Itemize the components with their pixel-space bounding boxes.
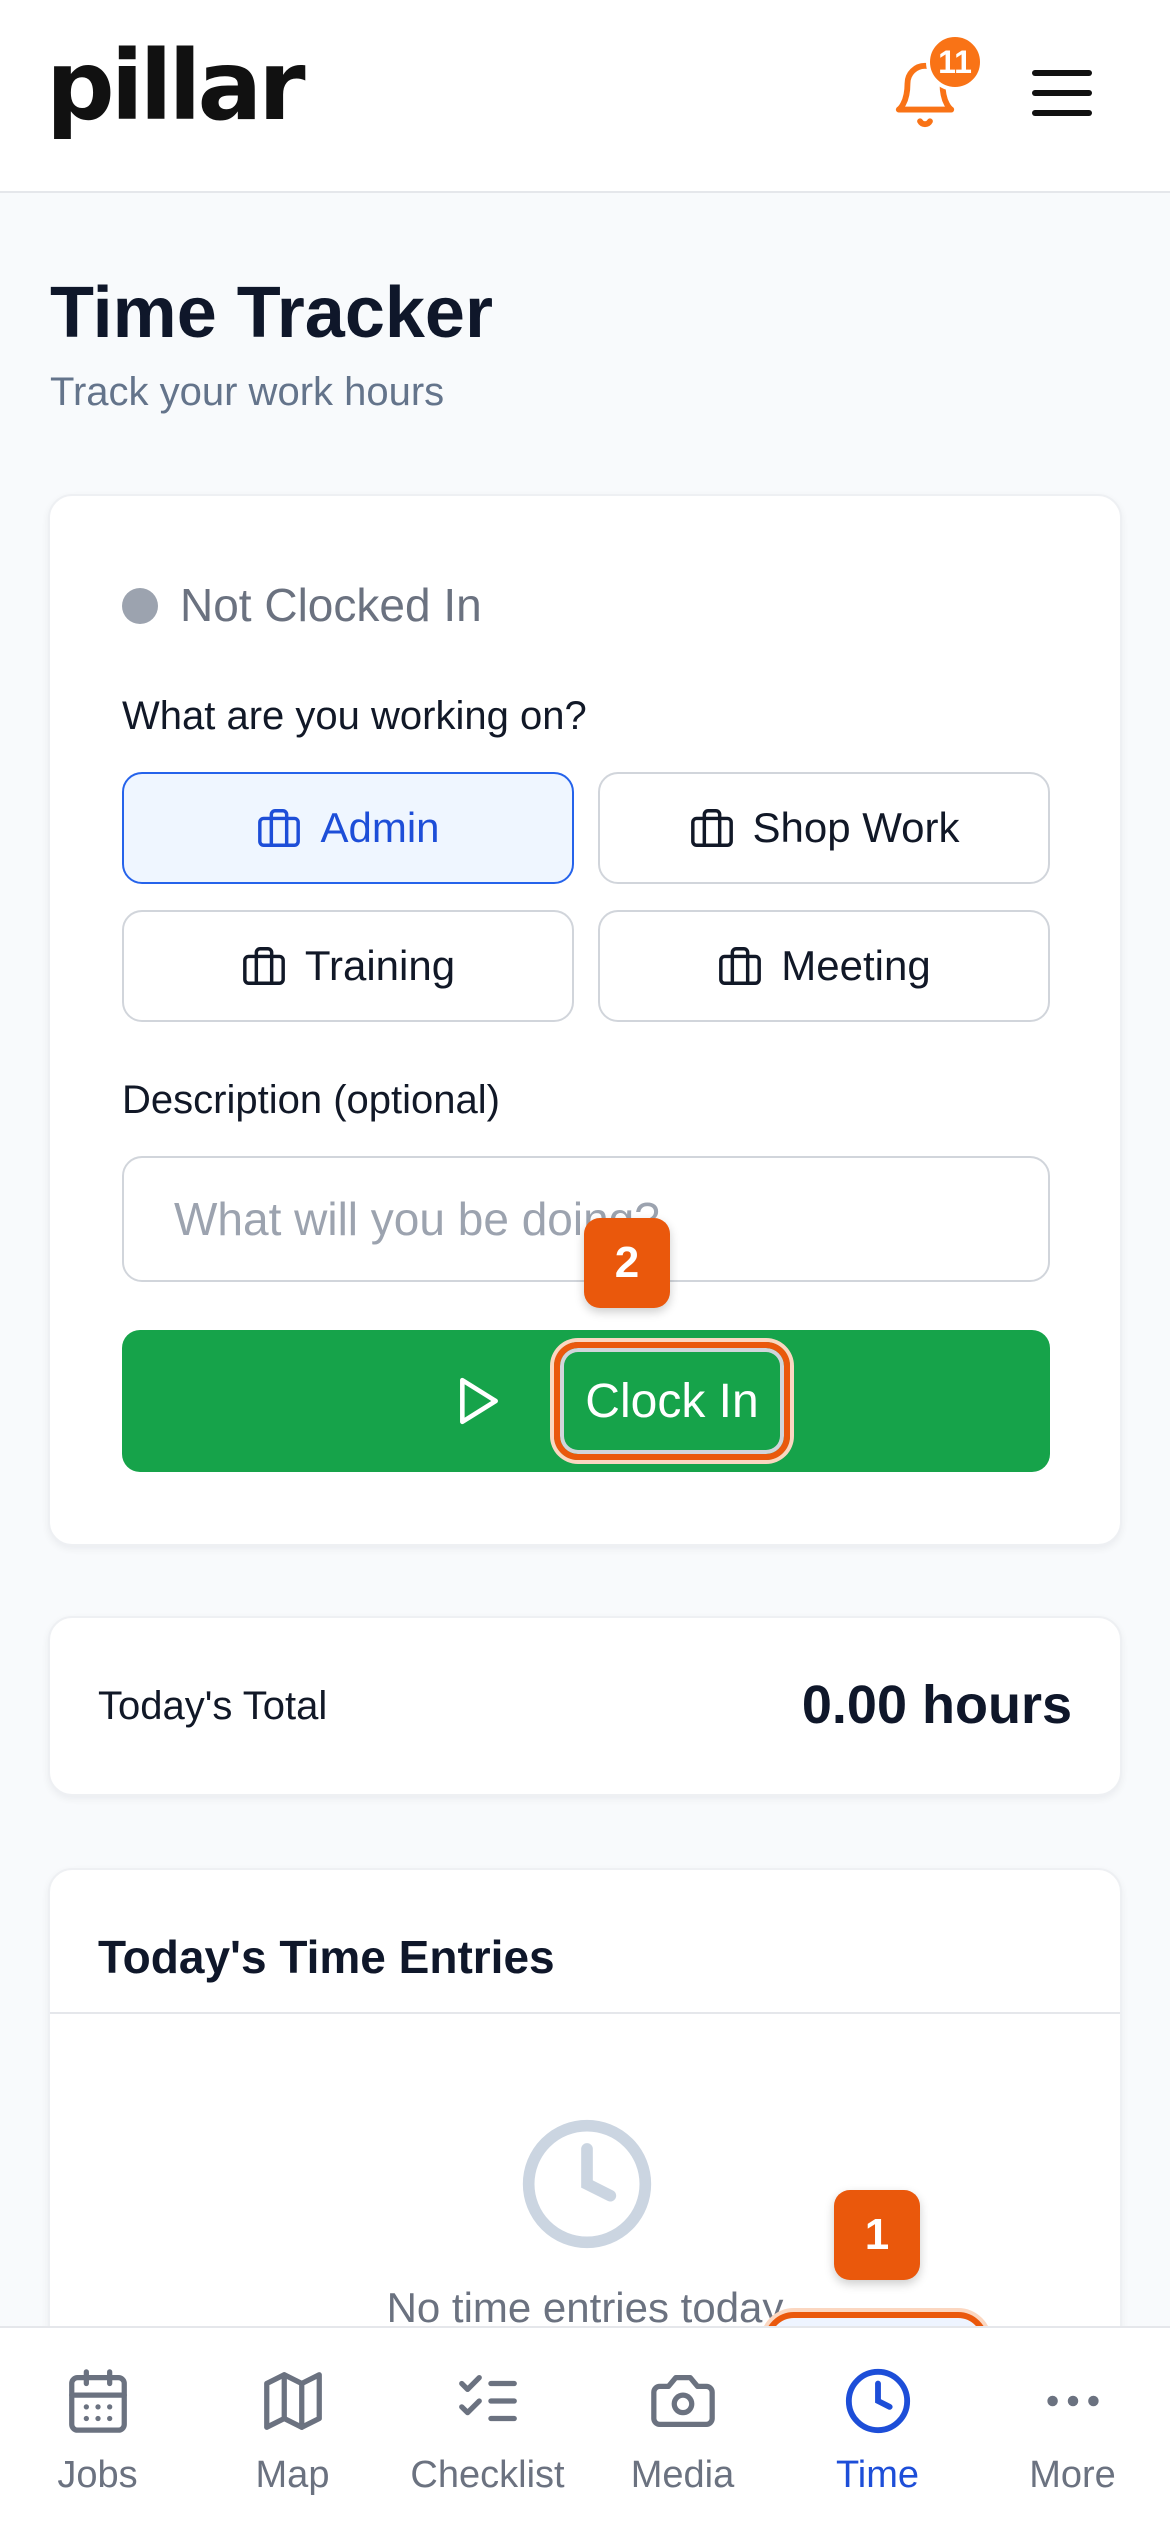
menu-line: [1032, 90, 1092, 96]
map-icon: [263, 2372, 322, 2430]
category-label: Admin: [320, 804, 440, 851]
page-title: Time Tracker: [50, 273, 493, 353]
hamburger-menu-button[interactable]: [1032, 70, 1092, 120]
category-label: Meeting: [781, 942, 931, 989]
nav-more[interactable]: More: [975, 2328, 1170, 2532]
page-subtitle: Track your work hours: [50, 370, 445, 414]
nav-label: Jobs: [57, 2454, 138, 2496]
play-icon: [460, 1377, 498, 1425]
checklist-icon: [458, 2375, 517, 2422]
pillar-logo[interactable]: pillar: [46, 38, 306, 134]
status-indicator-dot: [122, 588, 158, 624]
work-category-label: What are you working on?: [122, 694, 587, 738]
category-meeting-button[interactable]: Meeting: [598, 910, 1050, 1022]
camera-icon: [650, 2375, 715, 2427]
briefcase-icon: [690, 809, 733, 847]
nav-label: Checklist: [410, 2454, 565, 2496]
todays-total-card: Today's Total 0.00 hours: [48, 1616, 1122, 1796]
time-entries-title: Today's Time Entries: [98, 1931, 555, 1983]
category-shop-work-button[interactable]: Shop Work: [598, 772, 1050, 884]
category-label: Shop Work: [752, 804, 960, 851]
nav-map[interactable]: Map: [195, 2328, 390, 2532]
todays-total-label: Today's Total: [98, 1684, 328, 1728]
nav-label: More: [1029, 2454, 1116, 2496]
nav-label: Media: [630, 2454, 735, 2496]
divider: [50, 2012, 1120, 2014]
clock-in-button[interactable]: Clock In: [122, 1330, 1050, 1472]
clock-icon: [845, 2368, 910, 2434]
briefcase-icon: [243, 947, 285, 985]
nav-jobs[interactable]: Jobs: [0, 2328, 195, 2532]
briefcase-icon: [258, 809, 301, 847]
step-1-annotation: 1: [834, 2190, 920, 2280]
clock-status-text: Not Clocked In: [180, 579, 482, 631]
menu-line: [1032, 70, 1092, 76]
nav-time[interactable]: Time: [780, 2328, 975, 2532]
notification-badge: 11: [926, 33, 984, 91]
briefcase-icon: [719, 947, 762, 985]
more-icon: [1046, 2395, 1099, 2407]
menu-line: [1032, 110, 1092, 116]
clock-icon: [522, 2119, 652, 2249]
category-label: Training: [304, 942, 456, 989]
nav-label: Time: [835, 2454, 920, 2496]
nav-checklist[interactable]: Checklist: [390, 2328, 585, 2532]
bottom-navigation: Jobs Map Checklist Media Time More: [0, 2326, 1170, 2532]
step-2-annotation: 2: [584, 1218, 670, 1308]
clock-in-label: Clock In: [554, 1342, 790, 1460]
category-training-button[interactable]: Training: [122, 910, 574, 1022]
clock-in-card: Not Clocked In What are you working on? …: [48, 494, 1122, 1546]
nav-label: Map: [255, 2454, 330, 2496]
description-label: Description (optional): [122, 1078, 500, 1122]
app-header: pillar 11: [0, 0, 1170, 193]
calendar-icon: [68, 2369, 127, 2433]
todays-total-value: 0.00 hours: [801, 1675, 1072, 1735]
nav-media[interactable]: Media: [585, 2328, 780, 2532]
category-admin-button[interactable]: Admin: [122, 772, 574, 884]
